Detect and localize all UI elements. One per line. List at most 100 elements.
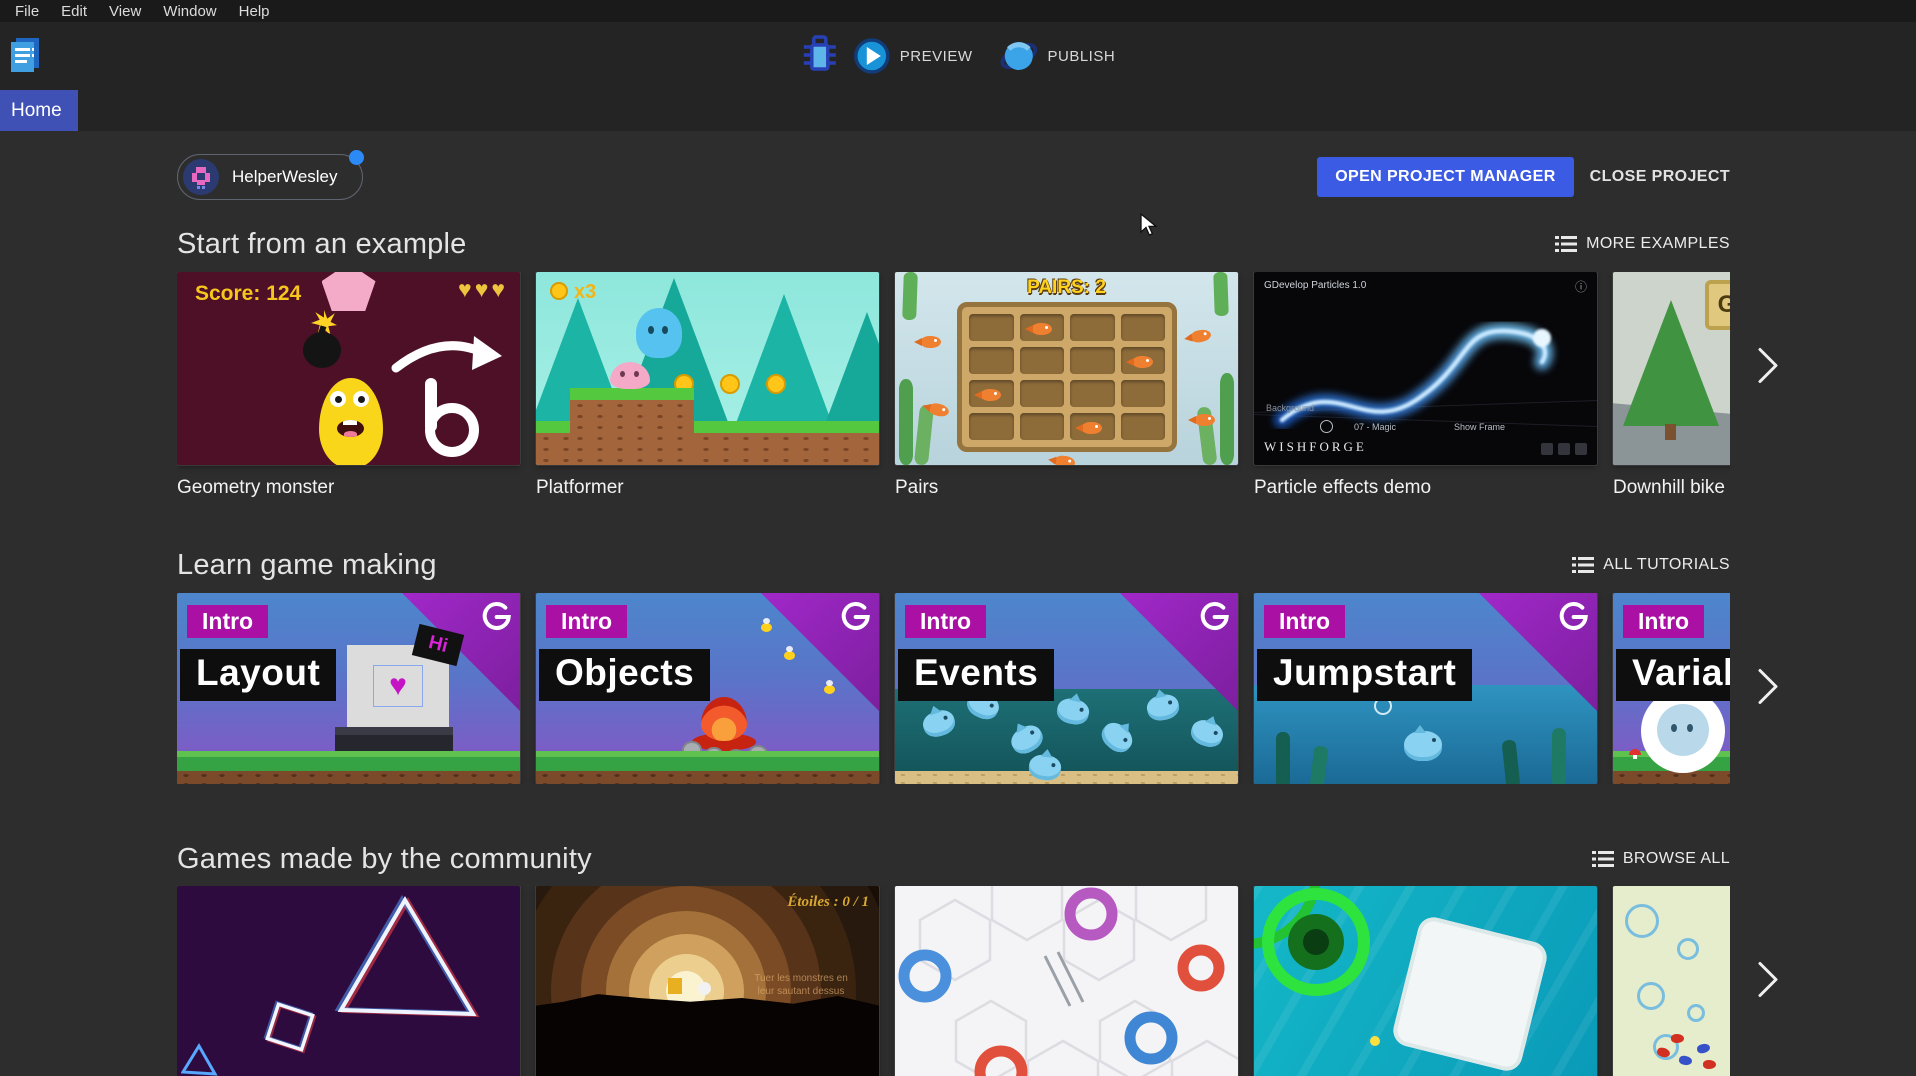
bee-sprite [784, 651, 795, 660]
neon-square [261, 998, 321, 1058]
scroll-right-button[interactable] [1756, 346, 1782, 391]
open-project-manager-button[interactable]: OPEN PROJECT MANAGER [1317, 157, 1573, 197]
notification-dot [349, 150, 364, 165]
user-profile-chip[interactable]: HelperWesley [177, 154, 363, 200]
all-tutorials-link[interactable]: ALL TUTORIALS [1572, 555, 1730, 575]
community-carousel: Tuer les monstres enleur sautant dessus … [177, 886, 1730, 1076]
menu-view[interactable]: View [98, 3, 152, 20]
example-card-platformer[interactable]: x3 [536, 272, 879, 465]
play-circle-icon [853, 37, 891, 75]
tab-bar: Home [0, 90, 1916, 131]
gdevelop-logo-icon [839, 601, 871, 633]
close-project-button[interactable]: CLOSE PROJECT [1590, 168, 1730, 186]
gdevelop-logo-icon [1198, 601, 1230, 633]
list-icon [1555, 234, 1577, 254]
yellow-dot [1370, 1036, 1380, 1046]
sign: G [1705, 280, 1730, 330]
card-label: Downhill bike racing [1613, 477, 1730, 499]
debug-icon[interactable] [801, 34, 839, 79]
fish-sprite [1671, 1034, 1684, 1043]
publish-label: PUBLISH [1047, 48, 1115, 65]
more-examples-link[interactable]: MORE EXAMPLES [1555, 234, 1730, 254]
list-icon [1572, 555, 1594, 575]
preview-button[interactable]: PREVIEW [853, 37, 973, 75]
intro-badge: Intro [187, 605, 268, 638]
neon-small-triangle [181, 1042, 221, 1076]
scroll-right-button[interactable] [1756, 960, 1782, 1005]
mushroom [1629, 749, 1641, 755]
hint-text: Tuer les monstres enleur sautant dessus [736, 972, 866, 998]
demo-title-text: GDevelop Particles 1.0 [1264, 280, 1366, 291]
player-sprite [668, 978, 682, 994]
bubble [1625, 904, 1659, 938]
flame-sprite [701, 697, 747, 741]
sand [895, 771, 1238, 784]
community-card-neon-shapes[interactable] [177, 886, 520, 1076]
pentagon-shape [322, 272, 376, 311]
example-card-particle-effects[interactable]: GDevelop Particles 1.0 ⓘ Background 07 -… [1254, 272, 1597, 465]
tree [822, 312, 879, 432]
fish-sprite [921, 336, 941, 348]
community-card-bubble-fish[interactable] [1613, 886, 1730, 1076]
background-label: Background [1266, 403, 1314, 413]
menu-edit[interactable]: Edit [50, 3, 98, 20]
card-label: Geometry monster [177, 477, 520, 499]
neon-triangle [327, 892, 487, 1042]
fish-sprite [1404, 731, 1442, 761]
project-manager-icon[interactable] [8, 36, 42, 79]
examples-carousel: Score: 124 ♥♥♥ [177, 272, 1730, 499]
tutorials-carousel: ♥ Hi Intro Layout [177, 593, 1730, 784]
tab-home[interactable]: Home [0, 90, 78, 131]
particle-trail [1254, 272, 1597, 465]
ghost-sprite [636, 308, 682, 358]
menu-bar: File Edit View Window Help [0, 0, 1916, 22]
list-icon [1592, 849, 1614, 869]
tutorial-card-events[interactable]: Intro Events [895, 593, 1238, 784]
social-icons [1541, 443, 1587, 455]
gdevelop-logo-icon [480, 601, 512, 633]
card-label: Platformer [536, 477, 879, 499]
username: HelperWesley [232, 167, 338, 187]
preview-label: PREVIEW [900, 48, 973, 65]
effect-name-text: 07 - Magic [1354, 422, 1396, 432]
menu-help[interactable]: Help [228, 3, 281, 20]
community-card-sunset[interactable]: Tuer les monstres enleur sautant dessus … [536, 886, 879, 1076]
hearts-icons: ♥♥♥ [458, 276, 508, 303]
tutorial-card-layout[interactable]: ♥ Hi Intro Layout [177, 593, 520, 784]
pairs-board [957, 302, 1177, 452]
bomb-sprite [303, 332, 341, 368]
tutorial-card-objects[interactable]: Intro Objects [536, 593, 879, 784]
menu-window[interactable]: Window [152, 3, 227, 20]
tree [732, 294, 836, 434]
scroll-right-button[interactable] [1756, 667, 1782, 712]
moon-ball [698, 982, 711, 995]
section-title-tutorials: Learn game making [177, 547, 437, 583]
menu-file[interactable]: File [4, 3, 50, 20]
hex-grid [895, 886, 1238, 1076]
selector-circle [1320, 420, 1333, 433]
stars-score-text: Étoiles : 0 / 1 [787, 894, 869, 911]
score-text: Score: 124 [195, 282, 301, 306]
coin-counter: x3 [574, 281, 596, 304]
example-card-geometry-monster[interactable]: Score: 124 ♥♥♥ [177, 272, 520, 465]
seaweed [899, 379, 913, 465]
seaweed [1276, 732, 1290, 784]
tutorial-title: Layout [180, 649, 336, 701]
example-card-pairs[interactable]: PAIRS: 2 [895, 272, 1238, 465]
browse-all-link[interactable]: BROWSE ALL [1592, 849, 1730, 869]
avatar [183, 159, 219, 195]
show-frame-label: Show Frame [1454, 422, 1505, 432]
main-toolbar: PREVIEW PUBLISH [0, 22, 1916, 90]
studio-logo-text: WISHFORGE [1264, 439, 1367, 455]
example-card-downhill-bike[interactable]: G [1613, 272, 1730, 465]
monster-sprite [319, 378, 383, 465]
tutorial-card-variables[interactable]: +1 Intro Variables [1613, 593, 1730, 784]
pairs-score-text: PAIRS: 2 [895, 277, 1238, 299]
bubble-character [1641, 689, 1725, 773]
tutorial-card-jumpstart[interactable]: Intro Jumpstart [1254, 593, 1597, 784]
community-card-hex-rings[interactable] [895, 886, 1238, 1076]
home-page: HelperWesley OPEN PROJECT MANAGER CLOSE … [0, 154, 1916, 1076]
card-label: Particle effects demo [1254, 477, 1597, 499]
community-card-teal-arcade[interactable] [1254, 886, 1597, 1076]
publish-button[interactable]: PUBLISH [998, 37, 1115, 75]
